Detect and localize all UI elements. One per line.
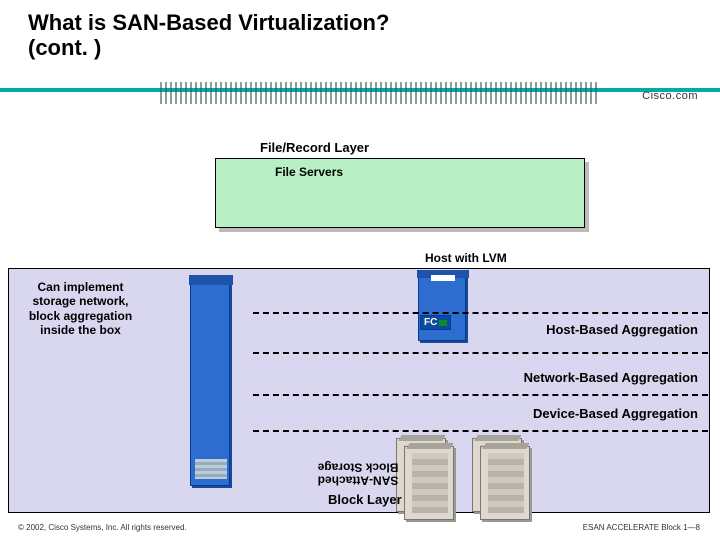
storage-top [474,435,521,441]
title-line-2: (cont. ) [28,35,389,60]
storage-front [488,453,524,513]
tower-cap [189,275,233,285]
brand-label: Cisco.com [642,90,698,102]
host-screen [431,275,455,281]
dashed-line-2 [253,352,708,354]
slide-number: ESAN ACCELERATE Block 1—8 [583,523,700,532]
storage-tower-icon [190,276,230,486]
storage-array-icon [404,446,454,520]
divider-dashes [160,82,600,104]
fc-badge-host: FC [420,315,451,330]
dashed-line-3 [253,394,708,396]
file-servers-label: File Servers [275,165,343,179]
callout-text: Can implement storage network, block agg… [18,280,143,338]
disk-row-icon [195,459,227,479]
dashed-line-4 [253,430,708,432]
storage-top [406,443,453,449]
storage-top [398,435,445,441]
dashed-line-1 [253,312,708,314]
file-layer-box [215,158,585,228]
device-based-aggregation-label: Device-Based Aggregation [533,406,698,421]
title-line-1: What is SAN-Based Virtualization? [28,10,389,35]
slide: { "title_line1": "What is SAN-Based Virt… [0,0,720,540]
slide-title: What is SAN-Based Virtualization? (cont.… [28,10,389,61]
san-attached-block-storage-label: SAN-Attached Block Storage [298,460,418,486]
fc-label: FC [424,317,437,328]
host-server-icon [418,271,466,341]
file-record-layer-label: File/Record Layer [260,140,369,155]
network-based-aggregation-label: Network-Based Aggregation [524,370,698,385]
block-layer-label: Block Layer [328,492,402,507]
san-attached-line-2: Block Storage [298,460,418,473]
divider-band [0,88,720,118]
host-with-lvm-label: Host with LVM [425,251,507,265]
host-based-aggregation-label: Host-Based Aggregation [546,322,698,337]
fc-plug-icon [439,320,447,326]
storage-top [482,443,529,449]
storage-front [412,453,448,513]
storage-array-icon [480,446,530,520]
san-attached-line-1: SAN-Attached [298,473,418,486]
copyright-text: © 2002, Cisco Systems, Inc. All rights r… [18,523,187,532]
